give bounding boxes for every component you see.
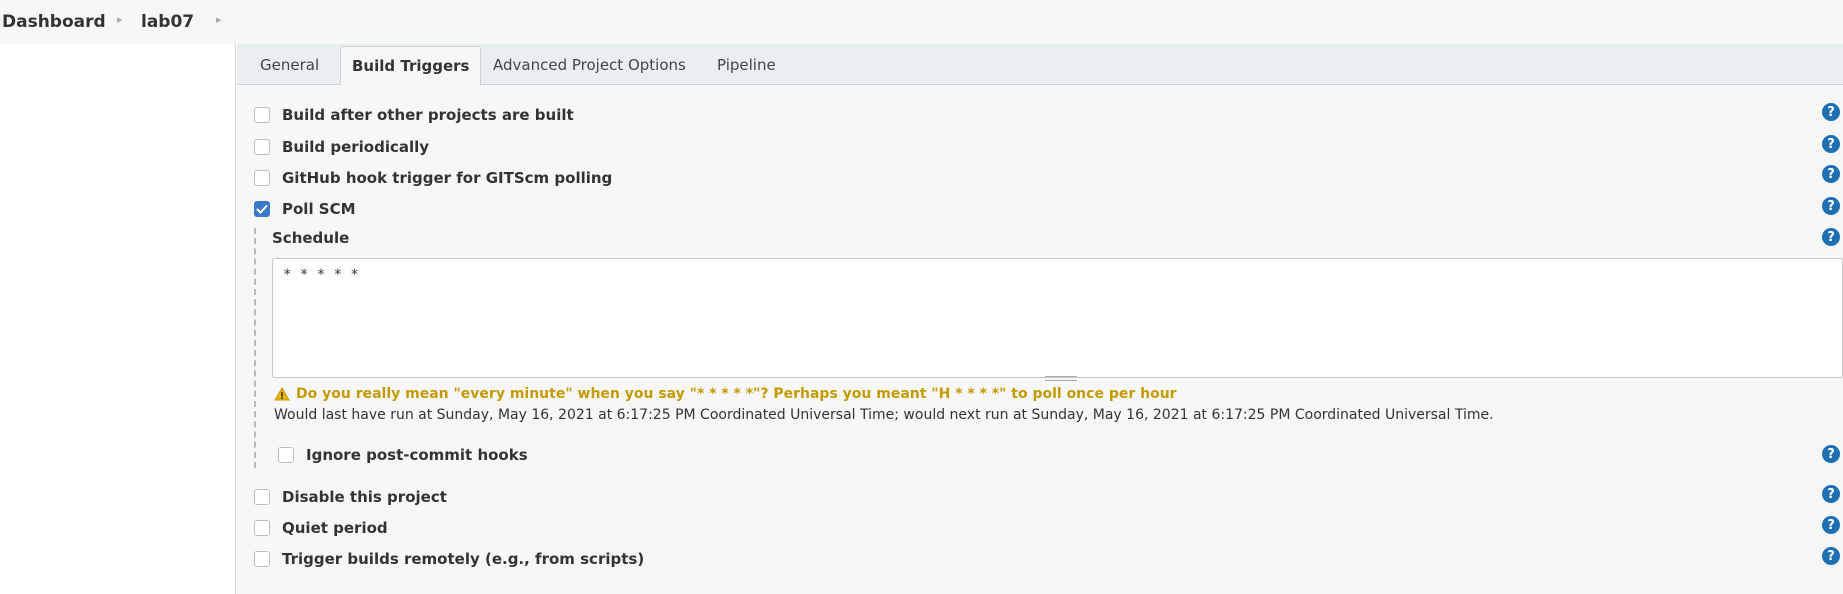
trigger-label: Poll SCM (282, 200, 356, 218)
sidebar (0, 44, 236, 594)
trigger-build-periodically[interactable]: Build periodically (254, 136, 429, 158)
schedule-run-info: Would last have run at Sunday, May 16, 2… (274, 407, 1494, 423)
help-icon[interactable]: ? (1822, 228, 1840, 246)
quiet-period-checkbox[interactable] (254, 520, 270, 536)
trigger-label: Disable this project (282, 488, 447, 506)
help-icon[interactable]: ? (1822, 135, 1840, 153)
build-after-other-checkbox[interactable] (254, 107, 270, 123)
breadcrumb-separator-icon: ▸ (117, 13, 123, 26)
tab-advanced-project-options[interactable]: Advanced Project Options (493, 56, 686, 74)
ignore-hooks-label: Ignore post-commit hooks (306, 446, 528, 464)
ignore-post-commit-hooks[interactable]: Ignore post-commit hooks (278, 444, 528, 466)
trigger-disable-project[interactable]: Disable this project (254, 486, 447, 508)
trigger-label: Build after other projects are built (282, 106, 574, 124)
help-icon[interactable]: ? (1822, 485, 1840, 503)
help-icon[interactable]: ? (1822, 103, 1840, 121)
disable-project-checkbox[interactable] (254, 489, 270, 505)
schedule-textarea[interactable]: * * * * * (272, 258, 1843, 378)
breadcrumb: Dashboard ▸ lab07 ▸ (0, 0, 1843, 44)
trigger-builds-remotely[interactable]: Trigger builds remotely (e.g., from scri… (254, 548, 644, 570)
ignore-post-commit-hooks-checkbox[interactable] (278, 447, 294, 463)
breadcrumb-lab07[interactable]: lab07 (141, 12, 194, 32)
help-icon[interactable]: ? (1822, 197, 1840, 215)
build-periodically-checkbox[interactable] (254, 139, 270, 155)
schedule-label: Schedule (272, 229, 350, 247)
help-icon[interactable]: ? (1822, 445, 1840, 463)
poll-scm-section-divider (254, 228, 256, 468)
help-icon[interactable]: ? (1822, 547, 1840, 565)
config-tabs: General Build Triggers Advanced Project … (237, 44, 1843, 86)
help-icon[interactable]: ? (1822, 516, 1840, 534)
trigger-label: Quiet period (282, 519, 388, 537)
warning-icon (274, 387, 290, 401)
schedule-warning: Do you really mean "every minute" when y… (274, 386, 1177, 402)
poll-scm-checkbox[interactable] (254, 201, 270, 217)
github-hook-checkbox[interactable] (254, 170, 270, 186)
trigger-poll-scm[interactable]: Poll SCM (254, 198, 356, 220)
trigger-label: GitHub hook trigger for GITScm polling (282, 169, 613, 187)
check-icon (256, 204, 268, 214)
trigger-label: Build periodically (282, 138, 430, 156)
breadcrumb-dashboard[interactable]: Dashboard (2, 12, 106, 32)
trigger-build-after-other-projects[interactable]: Build after other projects are built (254, 104, 574, 126)
textarea-resize-handle[interactable] (1045, 376, 1077, 381)
trigger-label: Trigger builds remotely (e.g., from scri… (282, 550, 645, 568)
warning-text: Do you really mean "every minute" when y… (296, 386, 1177, 402)
trigger-quiet-period[interactable]: Quiet period (254, 517, 388, 539)
tab-pipeline[interactable]: Pipeline (717, 56, 776, 74)
tab-general[interactable]: General (260, 56, 319, 74)
tab-build-triggers[interactable]: Build Triggers (340, 46, 482, 86)
breadcrumb-dropdown-icon[interactable]: ▸ (216, 13, 222, 26)
trigger-builds-remotely-checkbox[interactable] (254, 551, 270, 567)
trigger-github-hook[interactable]: GitHub hook trigger for GITScm polling (254, 167, 612, 189)
help-icon[interactable]: ? (1822, 165, 1840, 183)
